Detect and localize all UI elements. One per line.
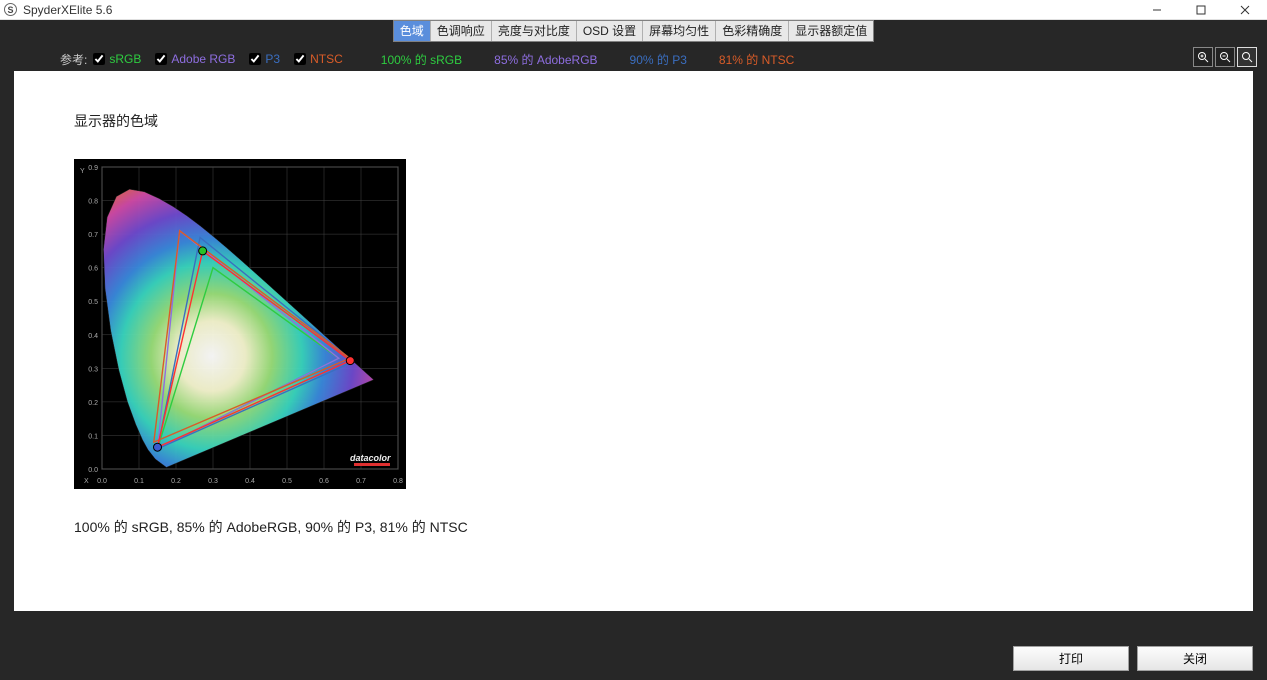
svg-text:0.4: 0.4: [88, 333, 98, 340]
gamut-chart: 0.0 0.1 0.2 0.3 0.4 0.5 0.6 0.7 0.8 0.0 0.1 0.2 0.3 0…: [74, 159, 406, 489]
gamut-summary: 100% 的 sRGB, 85% 的 AdobeRGB, 90% 的 P3, 8…: [74, 517, 1194, 537]
svg-text:Y: Y: [80, 168, 85, 175]
canvas-scroll[interactable]: 显示器的色域 0.0 0.1 0.2 0.3 0.4 0.5 0.6 0.7 0.8 0.0 0.1…: [14, 71, 1253, 611]
zoom-in-button[interactable]: [1193, 47, 1213, 67]
svg-text:0.1: 0.1: [88, 433, 98, 440]
check-p3[interactable]: P3: [249, 52, 280, 66]
svg-text:X: X: [84, 478, 89, 485]
window-title: SpyderXElite 5.6: [21, 3, 112, 17]
svg-text:0.0: 0.0: [97, 478, 107, 485]
svg-text:0.3: 0.3: [88, 366, 98, 373]
metric-p3: 90% 的 P3: [630, 51, 687, 68]
tab-group: 色域 色调响应 亮度与对比度 OSD 设置 屏幕均匀性 色彩精确度 显示器额定值: [393, 20, 874, 42]
svg-text:0.6: 0.6: [319, 478, 329, 485]
tab-accuracy[interactable]: 色彩精确度: [716, 21, 789, 41]
tab-uniformity[interactable]: 屏幕均匀性: [643, 21, 716, 41]
check-srgb[interactable]: sRGB: [93, 52, 141, 66]
svg-text:0.6: 0.6: [88, 266, 98, 273]
zoom-out-button[interactable]: [1215, 47, 1235, 67]
check-ntsc-label: NTSC: [310, 52, 343, 66]
minimize-button[interactable]: [1135, 0, 1179, 19]
app-icon: S: [4, 3, 17, 16]
reference-bar: 参考: sRGB Adobe RGB P3 NTSC 100% 的 sRGB 8…: [0, 47, 1267, 71]
check-p3-box[interactable]: [249, 53, 261, 65]
check-ntsc[interactable]: NTSC: [294, 52, 343, 66]
check-srgb-label: sRGB: [109, 52, 141, 66]
svg-text:0.3: 0.3: [208, 478, 218, 485]
check-p3-label: P3: [265, 52, 280, 66]
page-content: 显示器的色域 0.0 0.1 0.2 0.3 0.4 0.5 0.6 0.7 0.8 0.0 0.1…: [14, 71, 1253, 611]
close-dialog-button[interactable]: 关闭: [1137, 646, 1253, 671]
canvas-area: 显示器的色域 0.0 0.1 0.2 0.3 0.4 0.5 0.6 0.7 0.8 0.0 0.1…: [14, 71, 1253, 611]
footer: 打印 关闭: [1013, 646, 1253, 671]
svg-text:0.5: 0.5: [282, 478, 292, 485]
svg-text:0.2: 0.2: [171, 478, 181, 485]
svg-text:0.2: 0.2: [88, 400, 98, 407]
print-button[interactable]: 打印: [1013, 646, 1129, 671]
check-adobe-box[interactable]: [155, 53, 167, 65]
svg-text:datacolor: datacolor: [350, 453, 391, 463]
reference-label: 参考:: [60, 51, 87, 68]
svg-text:0.8: 0.8: [88, 199, 98, 206]
metric-srgb: 100% 的 sRGB: [381, 51, 462, 68]
panel-title: 显示器的色域: [74, 111, 1194, 131]
tab-gamut[interactable]: 色域: [394, 21, 431, 41]
zoom-controls: [1193, 47, 1257, 67]
gamut-chart-svg: 0.0 0.1 0.2 0.3 0.4 0.5 0.6 0.7 0.8 0.0 0.1 0.2 0.3 0…: [74, 159, 406, 489]
maximize-button[interactable]: [1179, 0, 1223, 19]
tab-brightness[interactable]: 亮度与对比度: [492, 21, 577, 41]
svg-text:0.0: 0.0: [88, 467, 98, 474]
check-ntsc-box[interactable]: [294, 53, 306, 65]
check-adobe[interactable]: Adobe RGB: [155, 52, 235, 66]
tab-osd[interactable]: OSD 设置: [577, 21, 643, 41]
window-controls: [1135, 0, 1267, 19]
tabbar: 色域 色调响应 亮度与对比度 OSD 设置 屏幕均匀性 色彩精确度 显示器额定值: [0, 20, 1267, 47]
svg-text:0.8: 0.8: [393, 478, 403, 485]
app-body: 色域 色调响应 亮度与对比度 OSD 设置 屏幕均匀性 色彩精确度 显示器额定值…: [0, 20, 1267, 680]
check-srgb-box[interactable]: [93, 53, 105, 65]
close-button[interactable]: [1223, 0, 1267, 19]
metric-ntsc: 81% 的 NTSC: [719, 51, 794, 68]
svg-text:0.4: 0.4: [245, 478, 255, 485]
zoom-fit-button[interactable]: [1237, 47, 1257, 67]
svg-text:0.7: 0.7: [88, 232, 98, 239]
svg-text:0.1: 0.1: [134, 478, 144, 485]
tab-tone[interactable]: 色调响应: [431, 21, 492, 41]
svg-text:0.5: 0.5: [88, 299, 98, 306]
svg-text:0.9: 0.9: [88, 165, 98, 172]
svg-text:0.7: 0.7: [356, 478, 366, 485]
check-adobe-label: Adobe RGB: [171, 52, 235, 66]
titlebar: S SpyderXElite 5.6: [0, 0, 1267, 20]
titlebar-left: S SpyderXElite 5.6: [4, 3, 112, 17]
metric-adobe: 85% 的 AdobeRGB: [494, 51, 597, 68]
tab-specs[interactable]: 显示器额定值: [789, 21, 873, 41]
